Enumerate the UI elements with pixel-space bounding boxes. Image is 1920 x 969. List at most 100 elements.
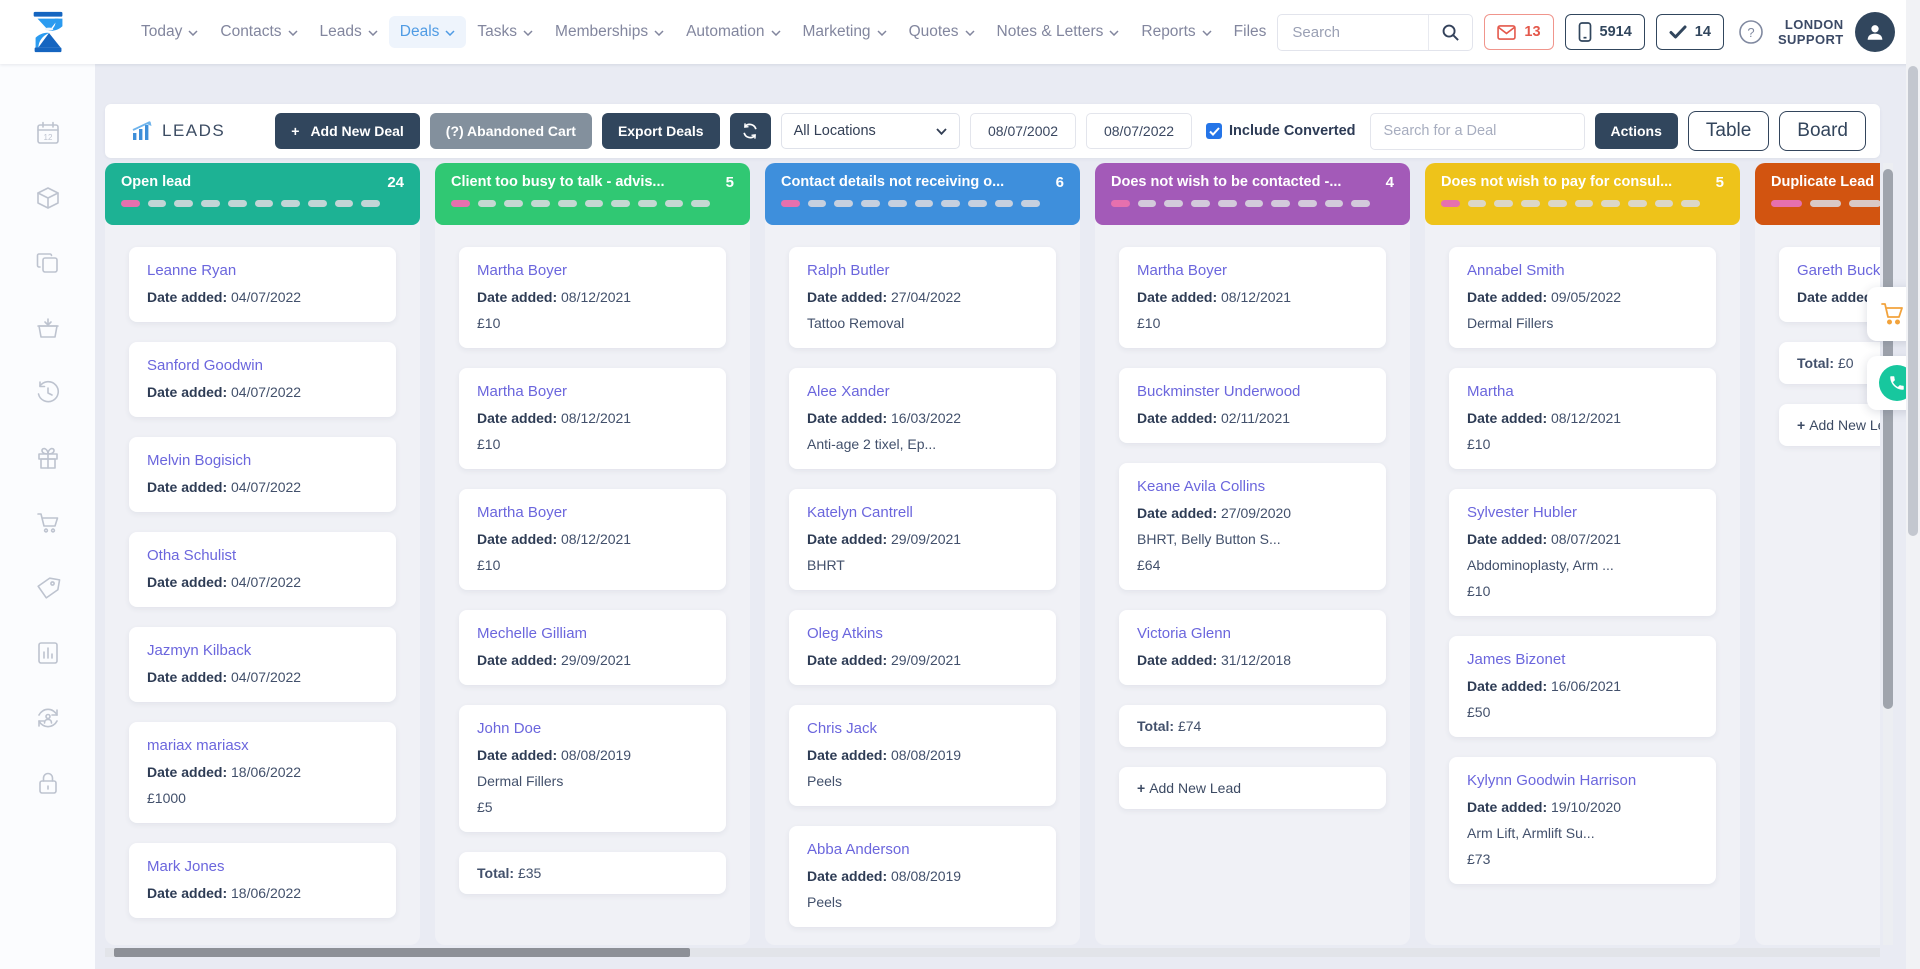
deal-name-link[interactable]: Chris Jack: [807, 720, 1038, 737]
deal-card[interactable]: Oleg AtkinsDate added: 29/09/2021: [789, 610, 1056, 685]
deal-card[interactable]: Melvin BogisichDate added: 04/07/2022: [129, 437, 396, 512]
deal-name-link[interactable]: Jazmyn Kilback: [147, 642, 378, 659]
deal-card[interactable]: Buckminster UnderwoodDate added: 02/11/2…: [1119, 368, 1386, 443]
deal-name-link[interactable]: Martha Boyer: [477, 504, 708, 521]
deal-name-link[interactable]: Mechelle Gilliam: [477, 625, 708, 642]
deal-card[interactable]: Leanne RyanDate added: 04/07/2022: [129, 247, 396, 322]
deal-name-link[interactable]: Gareth Buckr: [1797, 262, 1880, 279]
export-deals-button[interactable]: Export Deals: [602, 113, 720, 149]
deal-card[interactable]: Ralph ButlerDate added: 27/04/2022Tattoo…: [789, 247, 1056, 348]
help-icon[interactable]: ?: [1735, 16, 1767, 48]
deal-card[interactable]: Martha BoyerDate added: 08/12/2021£10: [459, 247, 726, 348]
lock-icon[interactable]: [35, 770, 61, 796]
deal-card[interactable]: Katelyn CantrellDate added: 29/09/2021BH…: [789, 489, 1056, 590]
nav-item-notes-letters[interactable]: Notes & Letters: [986, 16, 1131, 48]
date-from-field[interactable]: [970, 113, 1076, 149]
deal-name-link[interactable]: Keane Avila Collins: [1137, 478, 1368, 495]
search-input[interactable]: [1278, 24, 1428, 41]
board-vertical-scrollbar[interactable]: [1883, 163, 1893, 945]
deal-name-link[interactable]: Abba Anderson: [807, 841, 1038, 858]
board-horizontal-scrollbar[interactable]: [105, 948, 1880, 957]
deal-name-link[interactable]: Alee Xander: [807, 383, 1038, 400]
deal-name-link[interactable]: Victoria Glenn: [1137, 625, 1368, 642]
refresh-button[interactable]: [730, 113, 771, 149]
column-header[interactable]: Does not wish to be contacted -...4: [1095, 163, 1410, 225]
app-logo-hourglass-icon[interactable]: [26, 9, 72, 55]
date-to-field[interactable]: [1086, 113, 1192, 149]
deal-name-link[interactable]: Buckminster Underwood: [1137, 383, 1368, 400]
deal-card[interactable]: Jazmyn KilbackDate added: 04/07/2022: [129, 627, 396, 702]
calendar-icon[interactable]: 12: [35, 120, 61, 146]
include-converted-checkbox[interactable]: [1206, 123, 1222, 139]
column-header[interactable]: Open lead24: [105, 163, 420, 225]
deal-name-link[interactable]: Leanne Ryan: [147, 262, 378, 279]
deal-card[interactable]: MarthaDate added: 08/12/2021£10: [1449, 368, 1716, 469]
nav-item-deals[interactable]: Deals: [389, 16, 467, 48]
deal-card[interactable]: Gareth BuckrDate added:: [1779, 247, 1880, 322]
search-icon[interactable]: [1428, 14, 1472, 51]
deal-name-link[interactable]: mariax mariasx: [147, 737, 378, 754]
messages-badge[interactable]: 13: [1484, 14, 1553, 50]
board-view-button[interactable]: Board: [1779, 111, 1866, 151]
deal-card[interactable]: Martha BoyerDate added: 08/12/2021£10: [459, 489, 726, 590]
deal-card[interactable]: Annabel SmithDate added: 09/05/2022Derma…: [1449, 247, 1716, 348]
duplicate-icon[interactable]: [35, 250, 61, 276]
column-header[interactable]: Duplicate Lead: [1755, 163, 1880, 225]
deal-card[interactable]: John DoeDate added: 08/08/2019Dermal Fil…: [459, 705, 726, 832]
column-header[interactable]: Does not wish to pay for consul...5: [1425, 163, 1740, 225]
nav-item-files[interactable]: Files: [1223, 16, 1278, 48]
deal-name-link[interactable]: Ralph Butler: [807, 262, 1038, 279]
deal-name-link[interactable]: Otha Schulist: [147, 547, 378, 564]
nav-item-today[interactable]: Today: [130, 16, 209, 48]
deal-name-link[interactable]: James Bizonet: [1467, 651, 1698, 668]
deal-card[interactable]: Victoria GlennDate added: 31/12/2018: [1119, 610, 1386, 685]
deal-card[interactable]: Sanford GoodwinDate added: 04/07/2022: [129, 342, 396, 417]
scrollbar-thumb[interactable]: [114, 948, 690, 957]
refund-icon[interactable]: [35, 705, 61, 731]
add-new-deal-button[interactable]: + Add New Deal: [275, 113, 420, 149]
deal-card[interactable]: Martha BoyerDate added: 08/12/2021£10: [1119, 247, 1386, 348]
deal-card[interactable]: Abba AndersonDate added: 08/08/2019Peels: [789, 826, 1056, 927]
deal-card[interactable]: Sylvester HublerDate added: 08/07/2021Ab…: [1449, 489, 1716, 616]
deal-name-link[interactable]: John Doe: [477, 720, 708, 737]
deal-card[interactable]: James BizonetDate added: 16/06/2021£50: [1449, 636, 1716, 737]
deal-name-link[interactable]: Annabel Smith: [1467, 262, 1698, 279]
abandoned-cart-button[interactable]: (?) Abandoned Cart: [430, 113, 592, 149]
deal-name-link[interactable]: Sanford Goodwin: [147, 357, 378, 374]
deal-card[interactable]: Keane Avila CollinsDate added: 27/09/202…: [1119, 463, 1386, 590]
deal-name-link[interactable]: Mark Jones: [147, 858, 378, 875]
scrollbar-thumb[interactable]: [1908, 66, 1918, 536]
table-view-button[interactable]: Table: [1688, 111, 1769, 151]
basket-icon[interactable]: [35, 315, 61, 341]
deal-card[interactable]: Alee XanderDate added: 16/03/2022Anti-ag…: [789, 368, 1056, 469]
nav-item-memberships[interactable]: Memberships: [544, 16, 675, 48]
deal-card[interactable]: Chris JackDate added: 08/08/2019Peels: [789, 705, 1056, 806]
history-icon[interactable]: [35, 380, 61, 406]
nav-item-quotes[interactable]: Quotes: [898, 16, 986, 48]
deal-card[interactable]: Mark JonesDate added: 18/06/2022: [129, 843, 396, 918]
nav-item-reports[interactable]: Reports: [1130, 16, 1222, 48]
deal-card[interactable]: Martha BoyerDate added: 08/12/2021£10: [459, 368, 726, 469]
deal-card[interactable]: Kylynn Goodwin HarrisonDate added: 19/10…: [1449, 757, 1716, 884]
actions-button[interactable]: Actions: [1595, 113, 1678, 149]
deal-name-link[interactable]: Melvin Bogisich: [147, 452, 378, 469]
deal-card[interactable]: Mechelle GilliamDate added: 29/09/2021: [459, 610, 726, 685]
column-header[interactable]: Client too busy to talk - advis...5: [435, 163, 750, 225]
nav-item-marketing[interactable]: Marketing: [792, 16, 898, 48]
deal-name-link[interactable]: Katelyn Cantrell: [807, 504, 1038, 521]
scrollbar-thumb[interactable]: [1883, 169, 1893, 709]
tag-icon[interactable]: [35, 575, 61, 601]
column-header[interactable]: Contact details not receiving o...6: [765, 163, 1080, 225]
deal-name-link[interactable]: Martha: [1467, 383, 1698, 400]
calls-badge[interactable]: 5914: [1565, 14, 1645, 50]
report-icon[interactable]: [35, 640, 61, 666]
nav-item-leads[interactable]: Leads: [309, 16, 389, 48]
deal-name-link[interactable]: Sylvester Hubler: [1467, 504, 1698, 521]
deal-name-link[interactable]: Martha Boyer: [477, 262, 708, 279]
location-filter-select[interactable]: All Locations: [781, 113, 960, 149]
deal-name-link[interactable]: Martha Boyer: [477, 383, 708, 400]
nav-item-automation[interactable]: Automation: [675, 16, 791, 48]
cart-icon[interactable]: [35, 510, 61, 536]
gift-icon[interactable]: [35, 445, 61, 471]
deal-search-input[interactable]: [1370, 113, 1585, 150]
